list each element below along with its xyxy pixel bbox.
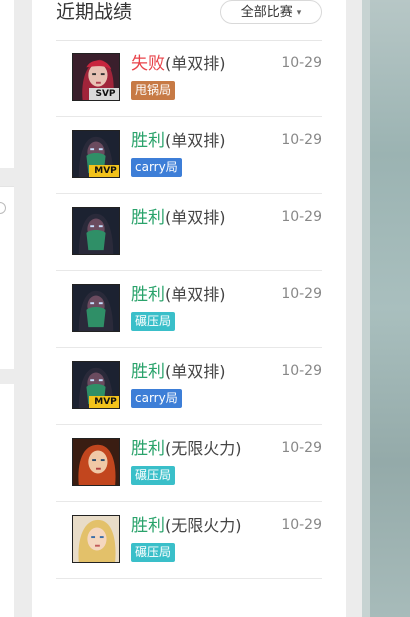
match-mode: (单双排) <box>165 54 226 73</box>
match-mode: (无限火力) <box>165 516 242 535</box>
left-panel <box>0 384 14 617</box>
match-mode: (单双排) <box>165 208 226 227</box>
masked-assassin-champion-icon <box>73 285 119 331</box>
match-item[interactable]: SVP 失败(单双排) 10-29 甩锅局 <box>56 40 322 117</box>
match-date: 10-29 <box>281 440 322 456</box>
champion-avatar: MVP <box>72 130 120 178</box>
blonde-mage-champion-icon <box>73 516 119 562</box>
match-result: 胜利 <box>131 362 165 382</box>
champion-avatar <box>72 207 120 255</box>
match-date: 10-29 <box>281 55 322 71</box>
match-result: 胜利 <box>131 131 165 151</box>
card-title: 近期战绩 <box>56 1 133 23</box>
masked-assassin-champion-icon <box>73 208 119 254</box>
match-badge: carry局 <box>131 389 182 408</box>
match-result: 胜利 <box>131 439 165 459</box>
match-item[interactable]: 胜利(无限火力) 10-29 碾压局 <box>56 502 322 579</box>
match-list: SVP 失败(单双排) 10-29 甩锅局 MVP 胜利(单双排) 10-29 … <box>56 40 322 579</box>
match-mode: (单双排) <box>165 285 226 304</box>
champion-avatar <box>72 284 120 332</box>
match-date: 10-29 <box>281 517 322 533</box>
filter-label: 全部比赛 <box>240 5 293 20</box>
svp-tag: SVP <box>89 88 119 100</box>
match-result: 胜利 <box>131 208 165 228</box>
champion-avatar <box>72 515 120 563</box>
mvp-tag: MVP <box>89 396 119 408</box>
match-mode: (单双排) <box>165 131 226 150</box>
card-header: 近期战绩 全部比赛 ▾ <box>56 0 322 41</box>
match-result: 胜利 <box>131 516 165 536</box>
left-panel <box>0 0 14 168</box>
match-result: 胜利 <box>131 285 165 305</box>
match-badge: 碾压局 <box>131 543 176 562</box>
match-item[interactable]: 胜利(无限火力) 10-29 碾压局 <box>56 425 322 502</box>
match-date: 10-29 <box>281 286 322 302</box>
panel-divider <box>362 0 370 617</box>
match-item[interactable]: MVP 胜利(单双排) 10-29 carry局 <box>56 348 322 425</box>
match-item[interactable]: 胜利(单双排) 10-29 <box>56 194 322 271</box>
match-mode: (无限火力) <box>165 439 242 458</box>
match-result: 失败 <box>131 54 165 74</box>
mvp-tag: MVP <box>89 165 119 177</box>
match-item[interactable]: 胜利(单双排) 10-29 碾压局 <box>56 271 322 348</box>
red-hair-gunner-champion-icon <box>73 439 119 485</box>
match-badge: 甩锅局 <box>131 81 176 100</box>
match-badge: 碾压局 <box>131 466 176 485</box>
match-badge: carry局 <box>131 158 182 177</box>
match-date: 10-29 <box>281 132 322 148</box>
recent-matches-card: 近期战绩 全部比赛 ▾ SVP 失败(单双排) 10-29 甩锅局 MVP 胜利… <box>32 0 346 617</box>
match-badge: 碾压局 <box>131 312 176 331</box>
match-mode: (单双排) <box>165 362 226 381</box>
champion-avatar <box>72 438 120 486</box>
match-date: 10-29 <box>281 363 322 379</box>
match-item[interactable]: MVP 胜利(单双排) 10-29 carry局 <box>56 117 322 194</box>
match-filter-button[interactable]: 全部比赛 ▾ <box>220 0 322 24</box>
champion-avatar: MVP <box>72 361 120 409</box>
chevron-down-icon: ▾ <box>296 8 302 18</box>
champion-avatar: SVP <box>72 53 120 101</box>
match-date: 10-29 <box>281 209 322 225</box>
